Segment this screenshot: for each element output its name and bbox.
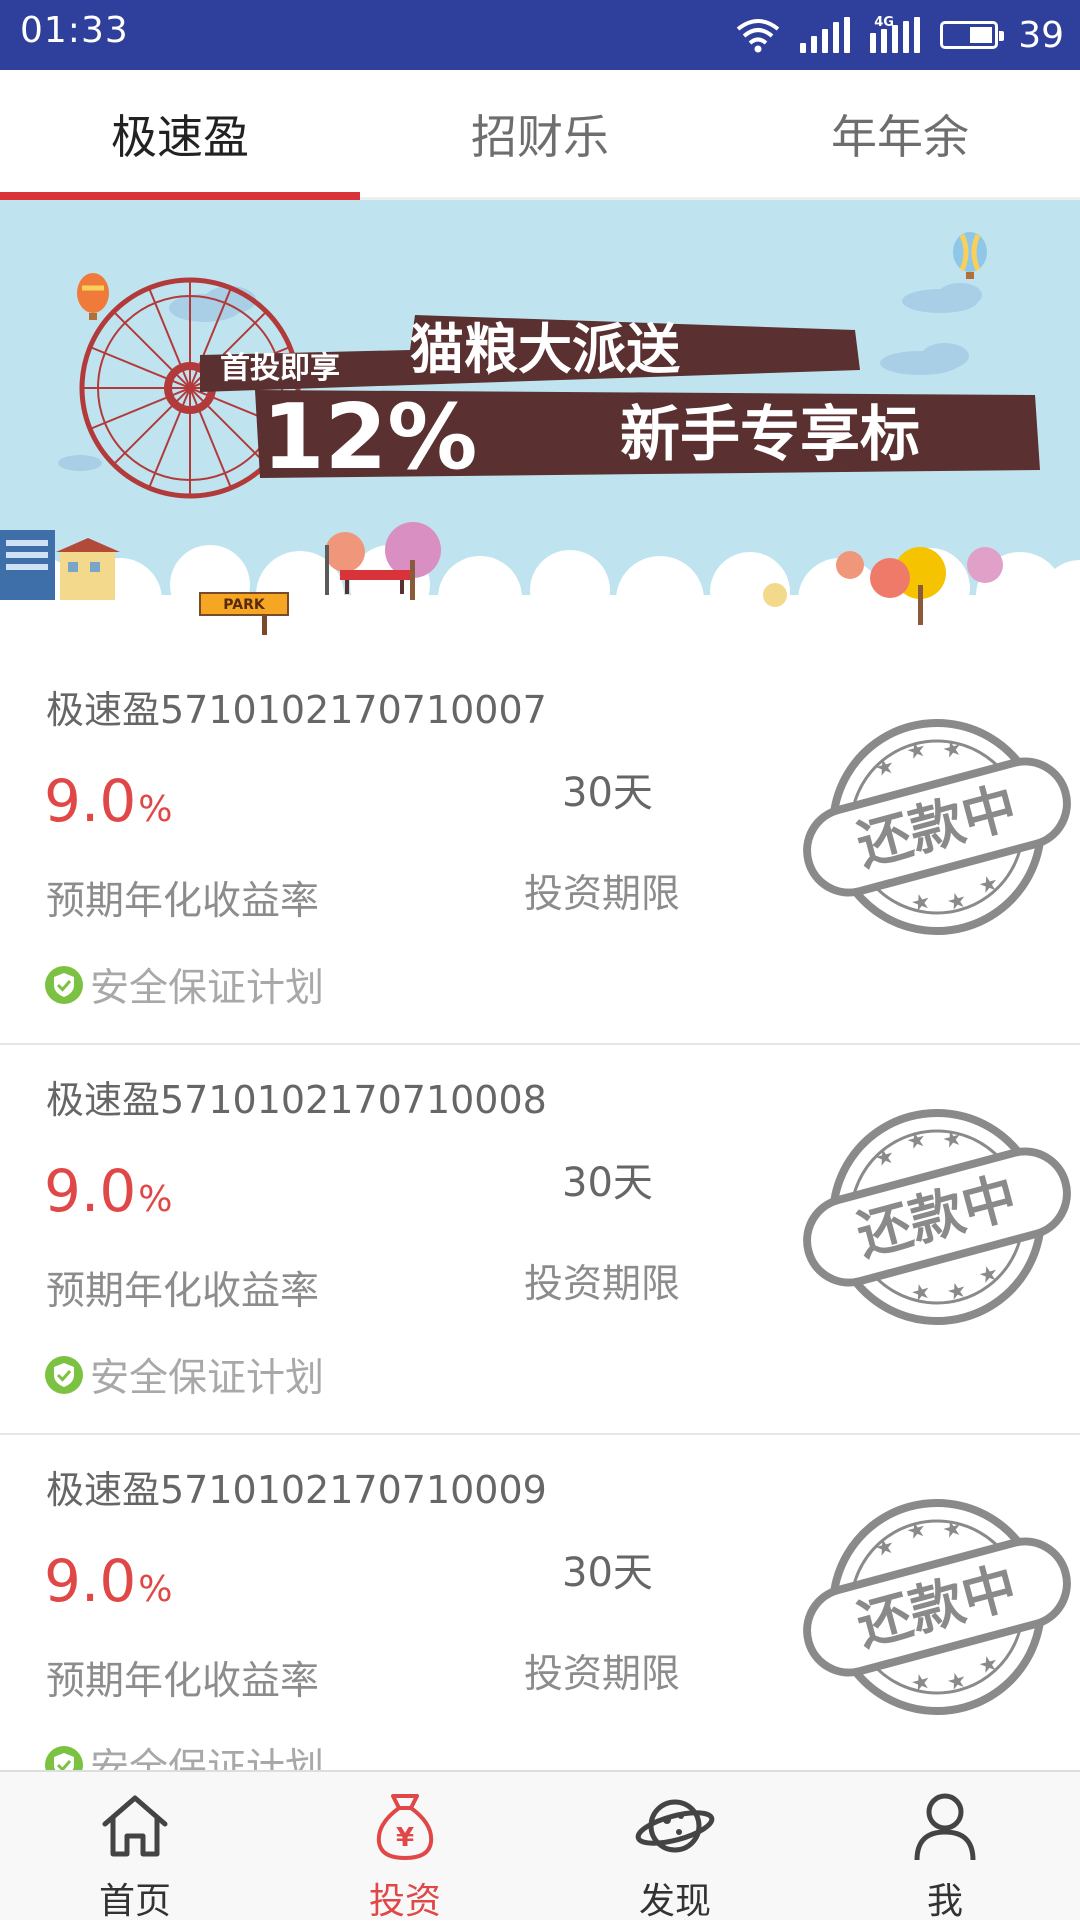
rate-unit: % — [138, 1179, 173, 1220]
money-bag-icon: ¥ — [376, 1794, 434, 1860]
status-bar: 01:33 4G 39 — [0, 0, 1080, 70]
rate-unit: % — [138, 1569, 173, 1610]
nav-invest[interactable]: ¥ 投资 — [270, 1772, 540, 1922]
network-type-label: 4G — [874, 15, 894, 30]
nav-me[interactable]: 我 — [810, 1772, 1080, 1922]
safety-plan: 安全保证计划 — [44, 1347, 324, 1403]
bottom-nav: 首页 ¥ 投资 发现 我 — [0, 1770, 1080, 1922]
svg-text:★: ★ — [908, 1669, 934, 1698]
product-tabs: 极速盈 招财乐 年年余 — [0, 70, 1080, 200]
planet-icon — [635, 1799, 715, 1853]
nav-invest-label: 投资 — [368, 1881, 441, 1922]
rate-label: 预期年化收益率 — [46, 1269, 320, 1314]
rate-label: 预期年化收益率 — [46, 1659, 320, 1704]
tab-zhaocaile[interactable]: 招财乐 — [360, 70, 720, 197]
rate-value: 9.0 — [44, 767, 137, 835]
svg-text:★: ★ — [872, 1533, 898, 1562]
term-label: 投资期限 — [524, 1262, 681, 1307]
repaying-stamp: 还款中 ★★ ★ ★ ★★ — [803, 1109, 1071, 1325]
product-name: 极速盈5710102170710009 — [46, 1468, 547, 1512]
rate-value: 9.0 — [44, 1157, 137, 1225]
tab-indicator — [0, 192, 360, 200]
product-card[interactable]: 极速盈5710102170710007 9.0% 30天 预期年化收益率 投资期… — [0, 655, 1080, 1045]
invest-term: 30天 — [562, 1550, 653, 1596]
svg-text:★: ★ — [940, 1125, 966, 1154]
signal-4g-icon: 4G — [870, 15, 921, 53]
status-icons: 4G 39 — [736, 8, 1064, 62]
product-list: 极速盈5710102170710007 9.0% 30天 预期年化收益率 投资期… — [0, 655, 1080, 1770]
invest-term: 30天 — [562, 1160, 653, 1206]
svg-text:★: ★ — [908, 889, 934, 918]
product-card[interactable]: 极速盈5710102170710009 9.0% 30天 预期年化收益率 投资期… — [0, 1435, 1080, 1770]
repaying-stamp: 还款中 ★★ ★ ★ ★★ — [803, 1499, 1071, 1715]
svg-text:★: ★ — [976, 1650, 1002, 1679]
park-sign-label: PARK — [223, 597, 266, 613]
battery-icon — [940, 21, 1005, 49]
term-label: 投资期限 — [524, 872, 681, 917]
rate-value: 9.0 — [44, 1547, 137, 1615]
shield-check-icon — [45, 1356, 83, 1394]
safety-plan-label: 安全保证计划 — [90, 966, 325, 1011]
tab-nianianyu[interactable]: 年年余 — [720, 70, 1080, 197]
signal-icon — [800, 17, 851, 53]
status-time: 01:33 — [20, 10, 129, 51]
banner-percent: 12% — [262, 385, 477, 490]
svg-text:★: ★ — [872, 1143, 898, 1172]
nav-home-label: 首页 — [98, 1881, 171, 1922]
product-name: 极速盈5710102170710008 — [46, 1078, 547, 1122]
shield-check-icon — [45, 1746, 83, 1770]
svg-text:★: ★ — [976, 1260, 1002, 1289]
svg-text:★: ★ — [940, 735, 966, 764]
svg-text:★: ★ — [908, 1279, 934, 1308]
nav-home[interactable]: 首页 — [0, 1772, 270, 1922]
repaying-stamp: 还款中 ★★ ★ ★ ★★ — [803, 719, 1071, 935]
banner-illustration: PARK 首投即享 猫粮大派送 12% 新手专享标 — [0, 232, 1080, 655]
nav-discover-label: 发现 — [638, 1881, 711, 1922]
tab-jisuying[interactable]: 极速盈 — [0, 70, 360, 197]
rate-unit: % — [138, 789, 173, 830]
safety-plan-label: 安全保证计划 — [90, 1746, 325, 1770]
svg-text:★: ★ — [976, 870, 1002, 899]
promo-banner[interactable]: PARK 首投即享 猫粮大派送 12% 新手专享标 — [0, 200, 1080, 655]
safety-plan: 安全保证计划 — [44, 957, 324, 1013]
shield-check-icon — [45, 966, 83, 1004]
expected-rate: 9.0% — [44, 1157, 172, 1225]
wifi-icon — [736, 19, 780, 53]
user-icon — [914, 1793, 976, 1861]
invest-term: 30天 — [562, 770, 653, 816]
expected-rate: 9.0% — [44, 1547, 172, 1615]
safety-plan: 安全保证计划 — [44, 1737, 324, 1770]
svg-text:¥: ¥ — [396, 1823, 414, 1853]
battery-level: 39 — [1018, 14, 1064, 56]
product-card[interactable]: 极速盈5710102170710008 9.0% 30天 预期年化收益率 投资期… — [0, 1045, 1080, 1435]
svg-text:★: ★ — [940, 1515, 966, 1544]
term-label: 投资期限 — [524, 1652, 681, 1697]
home-icon — [102, 1795, 168, 1857]
nav-discover[interactable]: 发现 — [540, 1772, 810, 1922]
rate-label: 预期年化收益率 — [46, 879, 320, 924]
svg-text:★: ★ — [872, 753, 898, 782]
safety-plan-label: 安全保证计划 — [90, 1356, 325, 1401]
product-name: 极速盈5710102170710007 — [46, 688, 547, 732]
banner-line1-big: 猫粮大派送 — [410, 318, 680, 381]
banner-line1-small: 首投即享 — [220, 351, 340, 386]
nav-me-label: 我 — [926, 1881, 963, 1922]
expected-rate: 9.0% — [44, 767, 172, 835]
banner-line2-text: 新手专享标 — [620, 400, 920, 470]
